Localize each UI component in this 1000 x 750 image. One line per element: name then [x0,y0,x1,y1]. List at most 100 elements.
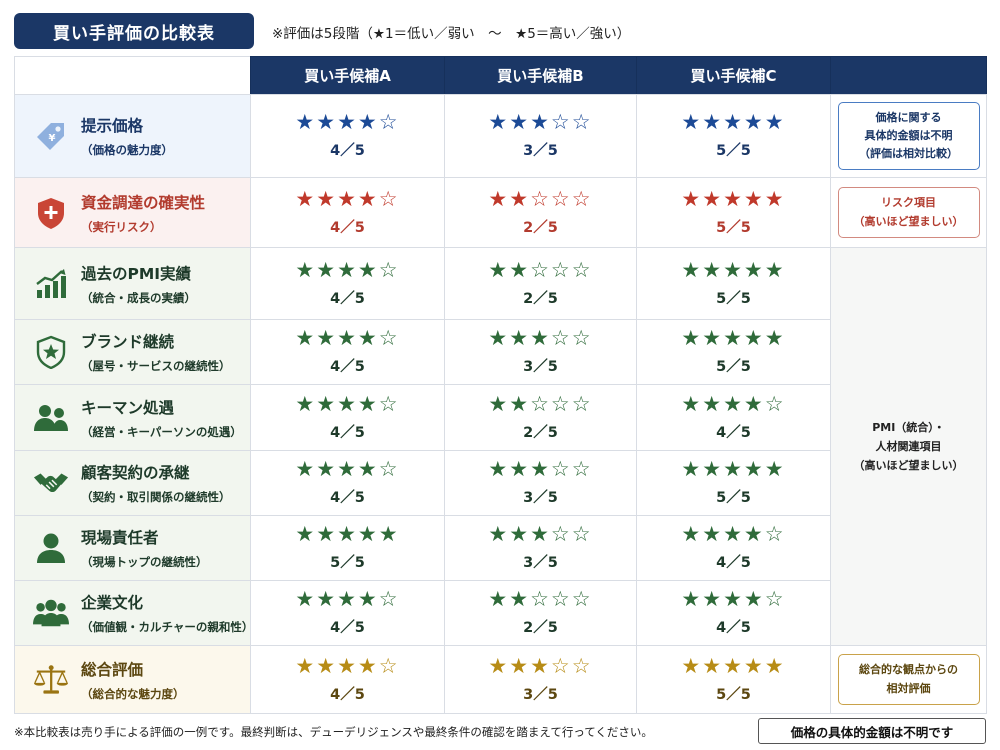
row-label-contracts: 顧客契約の承継 （契約・取引関係の継続性） [14,450,251,516]
score-value: 3／5 [523,143,558,159]
score-value: 5／5 [330,555,365,571]
star-rating: ★★☆☆☆ [488,257,593,282]
score-value: 3／5 [523,359,558,375]
row-title: 顧客契約の承継 [81,464,190,482]
star-rating: ★★★★☆ [681,522,786,546]
price-unknown-notice: 価格の具体的金額は不明です [758,718,986,744]
score-cell-b: ★★★☆☆ 3／5 [444,94,637,178]
score-value: 5／5 [716,359,751,375]
row-subtitle: （契約・取引関係の継続性） [81,490,231,504]
score-cell-b: ★★★☆☆ 3／5 [444,645,637,714]
footnote: ※本比較表は売り手による評価の一例です。最終判断は、デューデリジェンスや最終条件… [14,725,653,739]
row-subtitle: （統合・成長の実績） [81,290,196,305]
row-subtitle: （実行リスク） [81,219,162,234]
note-pmi: PMI（統合）・ 人材関連項目 （高いほど望ましい） [853,420,964,473]
row-subtitle: （現場トップの継続性） [81,555,208,569]
score-cell-a: ★★★★☆ 4／5 [250,450,445,516]
score-value: 5／5 [716,686,751,703]
star-rating: ★★★★★ [681,257,786,282]
star-rating: ★★★★★ [681,110,786,134]
group-icon [33,595,69,631]
header-corner [14,56,251,95]
star-rating: ★★☆☆☆ [488,186,593,211]
row-label-financing: 資金調達の確実性 （実行リスク） [14,177,251,248]
score-cell-b: ★★★☆☆ 3／5 [444,450,637,516]
price-tag-icon: ¥ [33,118,69,154]
star-rating: ★★★★★ [681,653,786,678]
column-header-c: 買い手候補C [636,56,831,95]
comparison-table: 買い手候補A 買い手候補B 買い手候補C ¥ 提示価格 （価格の魅力度） ★★★… [14,56,987,714]
score-value: 2／5 [523,424,558,441]
row-title: キーマン処遇 [81,398,175,417]
score-value: 4／5 [716,620,751,636]
star-rating: ★★★★☆ [295,110,400,134]
score-cell-a: ★★★★★ 5／5 [250,515,445,581]
score-value: 2／5 [523,219,558,236]
score-cell-c: ★★★★☆ 4／5 [636,384,831,451]
page-title: 買い手評価の比較表 [14,13,254,49]
star-rating: ★★★★★ [681,326,786,350]
star-rating: ★★★★★ [295,522,400,546]
score-value: 5／5 [716,219,751,236]
note-cell-pmi: PMI（統合）・ 人材関連項目 （高いほど望ましい） [830,247,987,646]
people-icon [33,400,69,436]
score-cell-a: ★★★★☆ 4／5 [250,94,445,178]
note-cell-overall: 総合的な観点からの 相対評価 [830,645,987,714]
row-subtitle: （屋号・サービスの継続性） [81,359,231,373]
score-cell-a: ★★★★☆ 4／5 [250,177,445,248]
row-subtitle: （価格の魅力度） [81,143,173,157]
star-rating: ★★★☆☆ [488,653,593,678]
score-cell-c: ★★★★★ 5／5 [636,177,831,248]
score-cell-a: ★★★★☆ 4／5 [250,645,445,714]
star-rating: ★★★★☆ [295,457,400,481]
shield-star-icon [33,334,69,370]
score-cell-c: ★★★★★ 5／5 [636,94,831,178]
score-value: 4／5 [330,620,365,636]
person-icon [33,530,69,566]
row-title: 過去のPMI実績 [81,264,192,283]
score-cell-a: ★★★★☆ 4／5 [250,319,445,385]
score-value: 4／5 [330,290,365,307]
score-value: 4／5 [330,359,365,375]
star-rating: ★★★★☆ [295,653,400,678]
row-title: 提示価格 [81,117,144,135]
rating-scale-note: ※評価は5段階（★1＝低い／弱い ～ ★5＝高い／強い） [272,26,631,42]
star-rating: ★★★★☆ [295,391,400,416]
row-title: 現場責任者 [81,529,159,547]
star-rating: ★★★★☆ [295,257,400,282]
star-rating: ★★★★☆ [681,587,786,611]
score-value: 4／5 [330,143,365,159]
score-cell-b: ★★☆☆☆ 2／5 [444,580,637,646]
star-rating: ★★★☆☆ [488,110,593,134]
score-cell-b: ★★☆☆☆ 2／5 [444,384,637,451]
row-subtitle: （経営・キーパーソンの処遇） [81,424,242,439]
row-subtitle: （価値観・カルチャーの親和性） [81,620,254,634]
score-cell-b: ★★★☆☆ 3／5 [444,319,637,385]
row-label-overall: 総合評価 （総合的な魅力度） [14,645,251,714]
growth-chart-icon [33,266,69,302]
svg-text:¥: ¥ [49,133,56,144]
score-cell-a: ★★★★☆ 4／5 [250,384,445,451]
score-cell-c: ★★★★★ 5／5 [636,645,831,714]
score-cell-c: ★★★★☆ 4／5 [636,515,831,581]
star-rating: ★★★☆☆ [488,457,593,481]
score-value: 2／5 [523,620,558,636]
row-title: 資金調達の確実性 [81,193,206,212]
row-label-price: ¥ 提示価格 （価格の魅力度） [14,94,251,178]
shield-plus-icon [33,195,69,231]
score-cell-b: ★★★☆☆ 3／5 [444,515,637,581]
score-value: 4／5 [716,424,751,441]
row-label-pmi: 過去のPMI実績 （統合・成長の実績） [14,247,251,320]
score-cell-b: ★★☆☆☆ 2／5 [444,177,637,248]
star-rating: ★★★☆☆ [488,326,593,350]
star-rating: ★★★★☆ [295,186,400,211]
score-value: 4／5 [330,686,365,703]
scales-icon [33,662,69,698]
score-value: 4／5 [330,424,365,441]
score-cell-a: ★★★★☆ 4／5 [250,580,445,646]
star-rating: ★★★★★ [681,186,786,211]
score-value: 4／5 [330,490,365,506]
column-header-b: 買い手候補B [444,56,637,95]
star-rating: ★★★☆☆ [488,522,593,546]
handshake-icon [33,465,69,501]
